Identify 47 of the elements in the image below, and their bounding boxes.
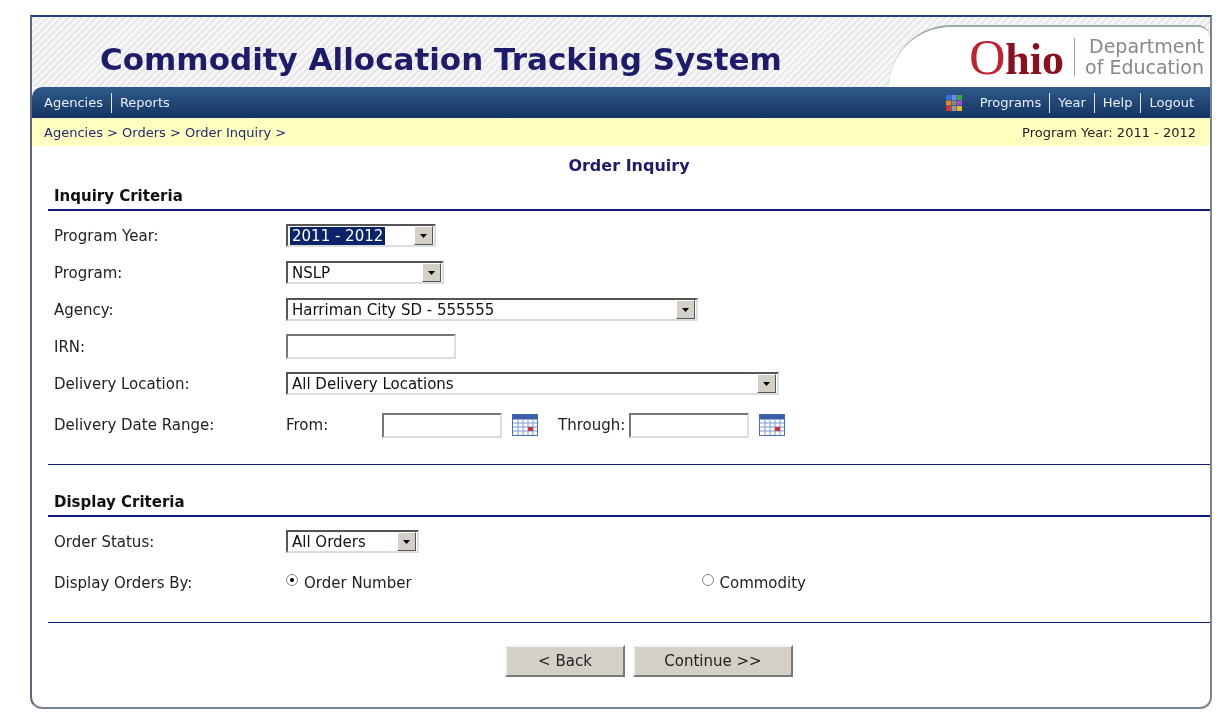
nav-link[interactable]: Year <box>1058 95 1086 110</box>
date-field[interactable] <box>382 412 502 438</box>
field-label: Display Orders By: <box>54 574 194 592</box>
field-label: Delivery Location: <box>54 374 191 393</box>
field-label: Delivery Date Range: <box>54 416 216 434</box>
site-title: Commodity Allocation Tracking System <box>99 41 782 79</box>
through-label: Through: <box>558 416 626 434</box>
logo-department: Department <box>1089 36 1204 57</box>
radio-label[interactable]: Order Number <box>304 574 412 592</box>
form-button[interactable]: < Back <box>505 645 625 677</box>
nav-link[interactable]: Help <box>1102 95 1133 110</box>
page-title: Order Inquiry <box>567 156 691 175</box>
section-heading: Display Criteria <box>48 493 1210 517</box>
radio-label[interactable]: Commodity <box>719 574 806 592</box>
form-button[interactable]: Continue >> <box>633 645 793 677</box>
dropdown[interactable]: All Delivery Locations <box>286 372 779 395</box>
field-label: Agency: <box>54 300 115 319</box>
dropdown[interactable]: NSLP <box>286 261 444 284</box>
program-year-label: Program Year: 2011 - 2012 <box>1022 124 1196 140</box>
field-label: IRN: <box>54 337 87 356</box>
calendar-icon[interactable] <box>512 414 538 436</box>
nav-link[interactable]: Programs <box>979 95 1042 110</box>
input-field[interactable] <box>286 334 456 359</box>
caret-icon[interactable] <box>682 307 689 312</box>
caret-icon[interactable] <box>428 270 435 275</box>
dropdown[interactable]: Harriman City SD - 555555 <box>286 298 698 321</box>
radio-button[interactable] <box>286 574 298 586</box>
caret-icon[interactable] <box>763 381 770 386</box>
caret-icon[interactable] <box>403 539 410 544</box>
dropdown[interactable]: 2011 - 2012 <box>286 224 436 247</box>
field-label: Program: <box>54 263 124 282</box>
from-label: From: <box>286 416 330 434</box>
logo-wordmark: Ohio <box>969 32 1065 82</box>
breadcrumb: Agencies > Orders > Order Inquiry > <box>44 124 287 140</box>
section-heading: Inquiry Criteria <box>48 187 1210 211</box>
nav-link[interactable]: Reports <box>119 95 170 110</box>
field-label: Order Status: <box>54 532 156 551</box>
calendar-icon[interactable] <box>759 414 786 436</box>
logo-subtitle: of Education <box>1085 57 1204 78</box>
nav-link[interactable]: Logout <box>1149 95 1194 110</box>
caret-icon[interactable] <box>420 233 427 238</box>
radio-button[interactable] <box>701 574 714 586</box>
nav-link[interactable]: Agencies <box>44 95 103 110</box>
date-field[interactable] <box>629 412 750 438</box>
dropdown[interactable]: All Orders <box>286 530 419 553</box>
color-grid-icon[interactable] <box>945 94 962 111</box>
field-label: Program Year: <box>54 226 160 245</box>
